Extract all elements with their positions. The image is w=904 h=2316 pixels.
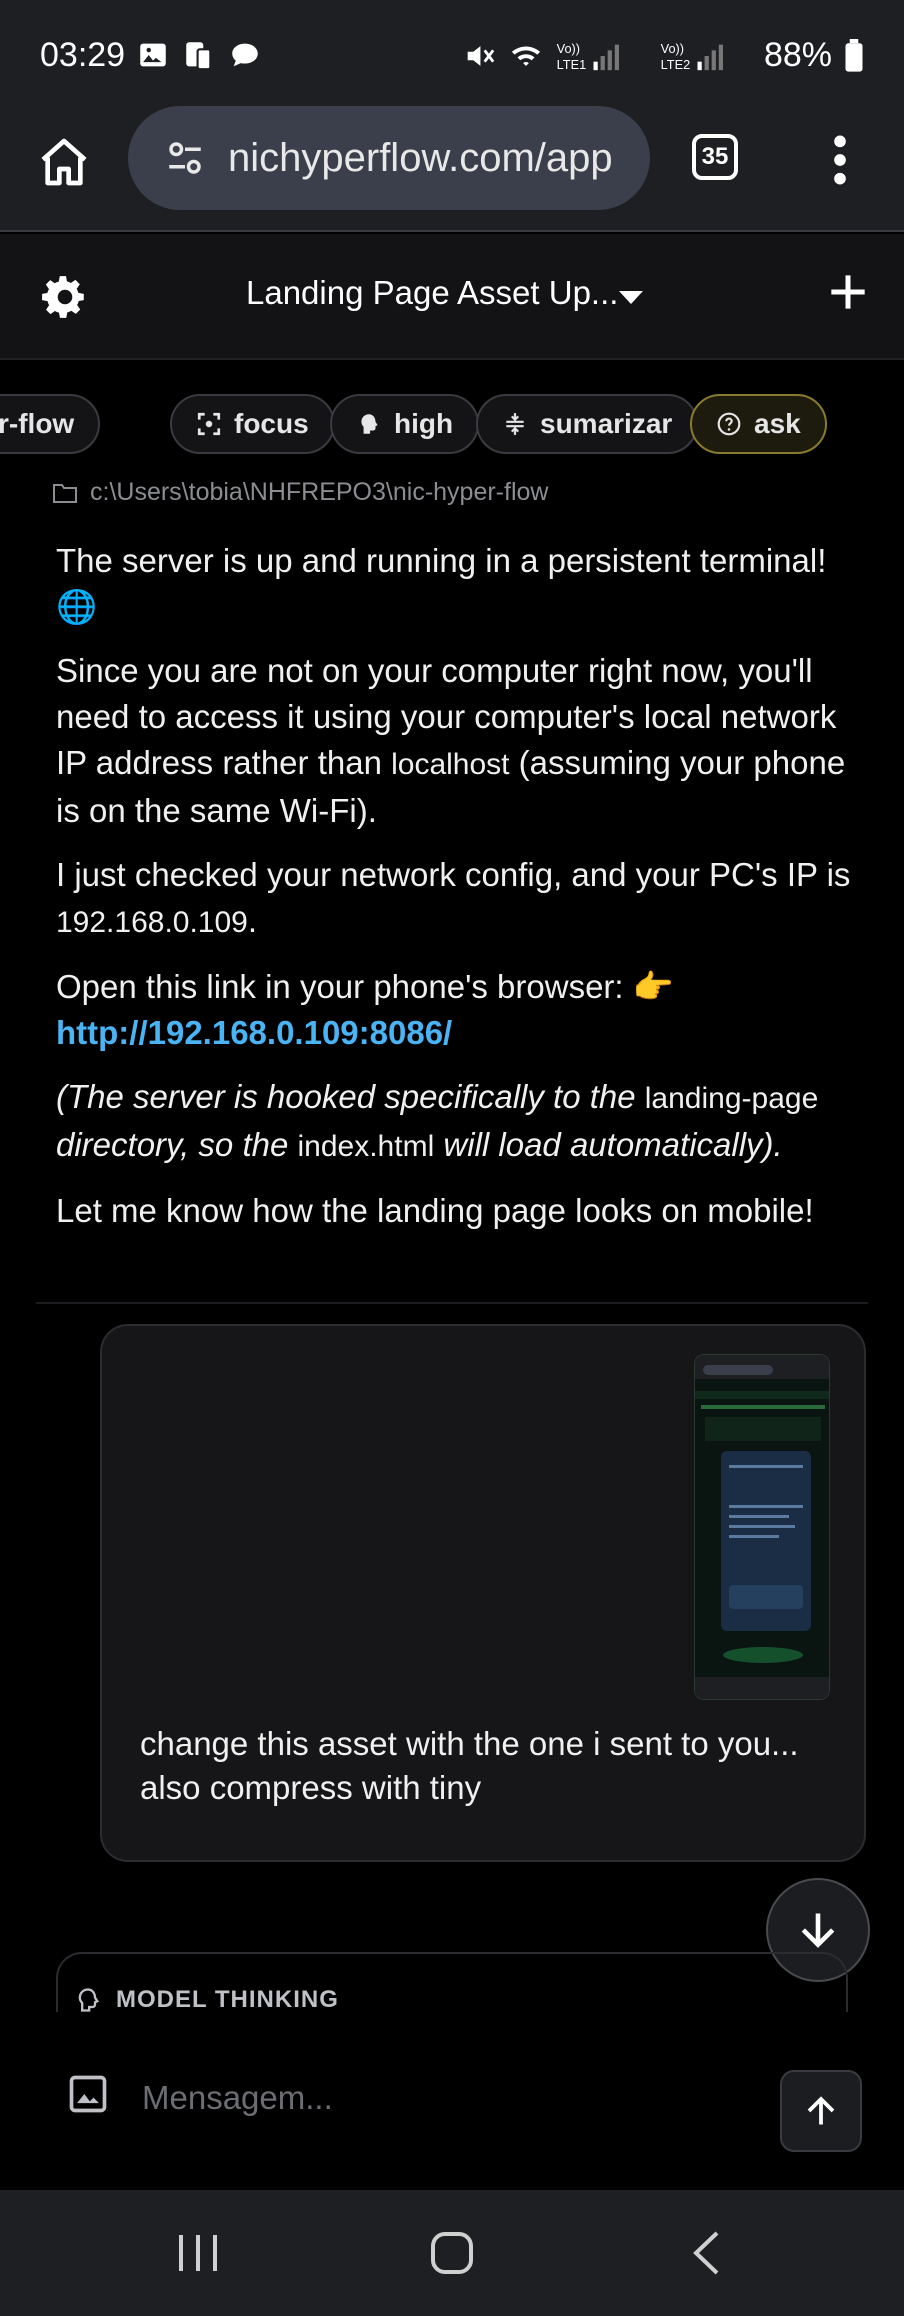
thinking-label: MODEL THINKING	[116, 1986, 339, 2013]
url-text: nichyperflow.com/app	[228, 135, 613, 180]
inline-code: localhost	[391, 748, 510, 781]
svg-text:Vo)): Vo))	[557, 41, 580, 56]
mode-chips: r-flow focus high sumarizar ask	[0, 392, 904, 456]
message-paragraph: Since you are not on your computer right…	[56, 648, 856, 834]
message-paragraph: Let me know how the landing page looks o…	[56, 1188, 856, 1234]
chip-high[interactable]: high	[330, 394, 480, 454]
pointing-hand-icon: 👉	[632, 968, 674, 1005]
send-button[interactable]	[780, 2070, 862, 2152]
divider	[36, 1302, 868, 1304]
message-text: directory, so the	[56, 1126, 298, 1163]
message-input[interactable]	[142, 2068, 742, 2128]
image-icon	[140, 43, 166, 67]
message-text: I just checked your network config, and …	[56, 856, 851, 893]
app-header: Landing Page Asset Up...	[0, 234, 904, 360]
chevron-down-icon[interactable]	[616, 288, 646, 308]
status-notification-icons	[136, 38, 262, 72]
assistant-message: The server is up and running in a persis…	[56, 538, 856, 1252]
message-paragraph: (The server is hooked specifically to th…	[56, 1074, 856, 1170]
server-link[interactable]: http://192.168.0.109:8086/	[56, 1014, 452, 1051]
compress-icon	[506, 413, 524, 435]
directory-path: c:\Users\tobia\NHFREPO3\nic-hyper-flow	[90, 478, 549, 506]
gear-icon[interactable]	[40, 272, 90, 322]
message-paragraph: I just checked your network config, and …	[56, 852, 856, 946]
brain-icon	[78, 1988, 100, 2012]
svg-text:Vo)): Vo))	[661, 41, 684, 56]
recent-apps-icon	[179, 2235, 217, 2271]
chip-focus[interactable]: focus	[170, 394, 335, 454]
chip-label: ask	[754, 408, 801, 439]
arrow-down-icon	[801, 1913, 835, 1948]
tab-switcher-button[interactable]: 35	[692, 134, 738, 180]
battery-percent: 88%	[763, 36, 832, 74]
conversation-title[interactable]: Landing Page Asset Up...	[246, 274, 618, 312]
message-text: Let me know how the landing page looks o…	[56, 1192, 814, 1229]
mute-icon	[467, 45, 495, 66]
system-navigation-bar	[0, 2190, 904, 2316]
signal-icon-2: Vo))LTE2	[661, 41, 723, 71]
browser-toolbar: nichyperflow.com/app 35	[0, 104, 904, 232]
inline-code: 192.168.0.109	[56, 906, 248, 939]
chip-flow[interactable]: r-flow	[0, 394, 101, 454]
message-text: will load automatically).	[434, 1126, 783, 1163]
chip-label: sumarizar	[540, 408, 673, 439]
message-paragraph: Open this link in your phone's browser: …	[56, 964, 856, 1056]
back-button[interactable]	[606, 2190, 806, 2316]
signal-icon: Vo))LTE1	[557, 41, 619, 71]
home-nav-button[interactable]	[352, 2190, 552, 2316]
chip-label: focus	[234, 408, 309, 439]
model-thinking-header[interactable]: MODEL THINKING	[74, 1986, 339, 2014]
composer	[0, 2012, 904, 2190]
recent-apps-button[interactable]	[98, 2190, 298, 2316]
svg-text:LTE2: LTE2	[661, 56, 691, 71]
wifi-icon	[511, 45, 541, 66]
message-text: Open this link in your phone's browser:	[56, 968, 633, 1005]
arrow-up-icon	[807, 2096, 835, 2125]
chip-label: r-flow	[0, 408, 75, 439]
status-bar: 03:29 Vo)) LTE1 Vo)) LTE2 88%	[0, 0, 904, 104]
battery-icon	[845, 38, 863, 72]
focus-icon	[197, 412, 221, 436]
new-chat-button[interactable]	[828, 272, 868, 312]
status-time: 03:29	[40, 36, 126, 74]
back-icon	[693, 2231, 719, 2275]
message-text: (The server is hooked specifically to th…	[56, 1078, 645, 1115]
user-message-text: change this asset with the one i sent to…	[140, 1725, 799, 1806]
message-text: .	[247, 902, 258, 939]
question-icon	[717, 412, 741, 436]
attach-image-icon[interactable]	[66, 2072, 110, 2116]
chip-ask[interactable]: ask	[690, 394, 827, 454]
attached-screenshot-thumbnail[interactable]	[694, 1354, 830, 1700]
message-paragraph: The server is up and running in a persis…	[56, 538, 856, 630]
address-bar[interactable]: nichyperflow.com/app	[128, 106, 650, 210]
working-directory: c:\Users\tobia\NHFREPO3\nic-hyper-flow	[52, 478, 548, 507]
status-system-icons: Vo)) LTE1 Vo)) LTE2 88%	[462, 36, 864, 75]
home-nav-icon	[431, 2232, 473, 2274]
user-message-bubble: change this asset with the one i sent to…	[100, 1324, 866, 1862]
folder-icon	[53, 483, 77, 503]
chip-label: high	[394, 408, 454, 439]
svg-text:LTE1: LTE1	[557, 56, 587, 71]
chat-bubble-icon	[232, 43, 258, 67]
message-text: The server is up and running in a persis…	[56, 542, 827, 579]
phone-tablet-icon	[186, 42, 212, 71]
inline-code: landing-page	[644, 1082, 819, 1115]
more-options-icon[interactable]	[820, 132, 860, 188]
inline-code: index.html	[297, 1130, 435, 1163]
brain-icon	[361, 414, 378, 434]
globe-icon: 🌐	[56, 588, 98, 625]
home-icon[interactable]	[36, 134, 92, 190]
site-settings-icon[interactable]	[164, 137, 206, 179]
screenshot-preview-image	[695, 1355, 829, 1699]
chip-sumarizar[interactable]: sumarizar	[476, 394, 699, 454]
